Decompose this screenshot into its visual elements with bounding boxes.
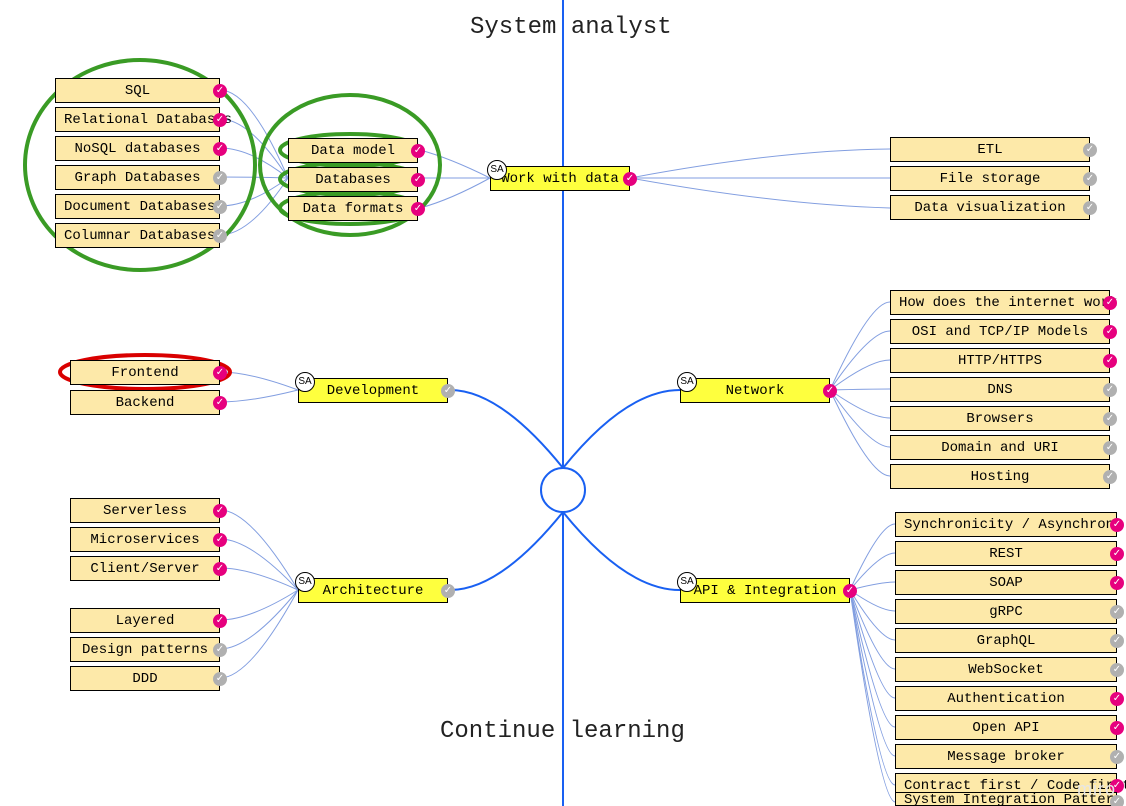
check-icon: ✓ <box>843 584 857 598</box>
node-ddd[interactable]: DDD <box>70 666 220 691</box>
sa-badge-icon: SA <box>295 572 315 592</box>
node-grpc[interactable]: gRPC <box>895 599 1117 624</box>
sa-badge-icon: SA <box>677 572 697 592</box>
check-icon: ✓ <box>213 142 227 156</box>
node-microservices[interactable]: Microservices <box>70 527 220 552</box>
node-development[interactable]: Development <box>298 378 448 403</box>
node-file-storage[interactable]: File storage <box>890 166 1090 191</box>
node-hosting[interactable]: Hosting <box>890 464 1110 489</box>
node-broker[interactable]: Message broker <box>895 744 1117 769</box>
check-icon: ✓ <box>411 173 425 187</box>
check-icon: ✓ <box>1083 143 1097 157</box>
check-icon: ✓ <box>411 202 425 216</box>
node-data-formats[interactable]: Data formats <box>288 196 418 221</box>
check-icon: ✓ <box>213 533 227 547</box>
node-internet-work[interactable]: How does the internet work <box>890 290 1110 315</box>
node-rest[interactable]: REST <box>895 541 1117 566</box>
check-icon: ✓ <box>1103 412 1117 426</box>
node-etl[interactable]: ETL <box>890 137 1090 162</box>
check-icon: ✓ <box>213 84 227 98</box>
check-icon: ✓ <box>411 144 425 158</box>
node-domain-uri[interactable]: Domain and URI <box>890 435 1110 460</box>
node-frontend[interactable]: Frontend <box>70 360 220 385</box>
node-api-integration[interactable]: API & Integration <box>680 578 850 603</box>
check-icon: ✓ <box>1110 605 1124 619</box>
node-architecture[interactable]: Architecture <box>298 578 448 603</box>
check-icon: ✓ <box>1110 663 1124 677</box>
node-soap[interactable]: SOAP <box>895 570 1117 595</box>
watermark-miro: miro <box>1077 779 1116 800</box>
check-icon: ✓ <box>213 672 227 686</box>
check-icon: ✓ <box>1110 634 1124 648</box>
node-nosql[interactable]: NoSQL databases <box>55 136 220 161</box>
node-layered[interactable]: Layered <box>70 608 220 633</box>
node-serverless[interactable]: Serverless <box>70 498 220 523</box>
sa-badge-icon: SA <box>677 372 697 392</box>
node-network[interactable]: Network <box>680 378 830 403</box>
check-icon: ✓ <box>1110 518 1124 532</box>
node-data-model[interactable]: Data model <box>288 138 418 163</box>
sa-badge-icon: SA <box>487 160 507 180</box>
check-icon: ✓ <box>1103 354 1117 368</box>
check-icon: ✓ <box>213 200 227 214</box>
node-document[interactable]: Document Databases <box>55 194 220 219</box>
title-bottom: Continue learning <box>440 718 685 745</box>
check-icon: ✓ <box>213 366 227 380</box>
node-sync[interactable]: Synchronicity / Asynchrony <box>895 512 1117 537</box>
check-icon: ✓ <box>441 384 455 398</box>
check-icon: ✓ <box>1103 383 1117 397</box>
check-icon: ✓ <box>823 384 837 398</box>
title-top: System analyst <box>470 14 672 41</box>
check-icon: ✓ <box>1110 750 1124 764</box>
check-icon: ✓ <box>1083 201 1097 215</box>
node-client-server[interactable]: Client/Server <box>70 556 220 581</box>
node-data-visualization[interactable]: Data visualization <box>890 195 1090 220</box>
check-icon: ✓ <box>1110 721 1124 735</box>
check-icon: ✓ <box>213 396 227 410</box>
node-http[interactable]: HTTP/HTTPS <box>890 348 1110 373</box>
check-icon: ✓ <box>1103 296 1117 310</box>
check-icon: ✓ <box>441 584 455 598</box>
check-icon: ✓ <box>1110 576 1124 590</box>
node-columnar[interactable]: Columnar Databases <box>55 223 220 248</box>
check-icon: ✓ <box>213 171 227 185</box>
node-databases[interactable]: Databases <box>288 167 418 192</box>
check-icon: ✓ <box>623 172 637 186</box>
check-icon: ✓ <box>1103 325 1117 339</box>
check-icon: ✓ <box>1110 547 1124 561</box>
check-icon: ✓ <box>1110 692 1124 706</box>
node-backend[interactable]: Backend <box>70 390 220 415</box>
node-websocket[interactable]: WebSocket <box>895 657 1117 682</box>
node-browsers[interactable]: Browsers <box>890 406 1110 431</box>
node-sql[interactable]: SQL <box>55 78 220 103</box>
check-icon: ✓ <box>1103 470 1117 484</box>
check-icon: ✓ <box>213 562 227 576</box>
node-graphql[interactable]: GraphQL <box>895 628 1117 653</box>
check-icon: ✓ <box>1103 441 1117 455</box>
node-auth[interactable]: Authentication <box>895 686 1117 711</box>
sa-badge-icon: SA <box>295 372 315 392</box>
node-work-with-data[interactable]: Work with data <box>490 166 630 191</box>
node-openapi[interactable]: Open API <box>895 715 1117 740</box>
check-icon: ✓ <box>213 643 227 657</box>
check-icon: ✓ <box>213 504 227 518</box>
node-relational[interactable]: Relational Databases <box>55 107 220 132</box>
node-graph[interactable]: Graph Databases <box>55 165 220 190</box>
check-icon: ✓ <box>213 113 227 127</box>
check-icon: ✓ <box>1083 172 1097 186</box>
check-icon: ✓ <box>213 229 227 243</box>
node-design-patterns[interactable]: Design patterns <box>70 637 220 662</box>
check-icon: ✓ <box>213 614 227 628</box>
node-osi[interactable]: OSI and TCP/IP Models <box>890 319 1110 344</box>
node-dns[interactable]: DNS <box>890 377 1110 402</box>
